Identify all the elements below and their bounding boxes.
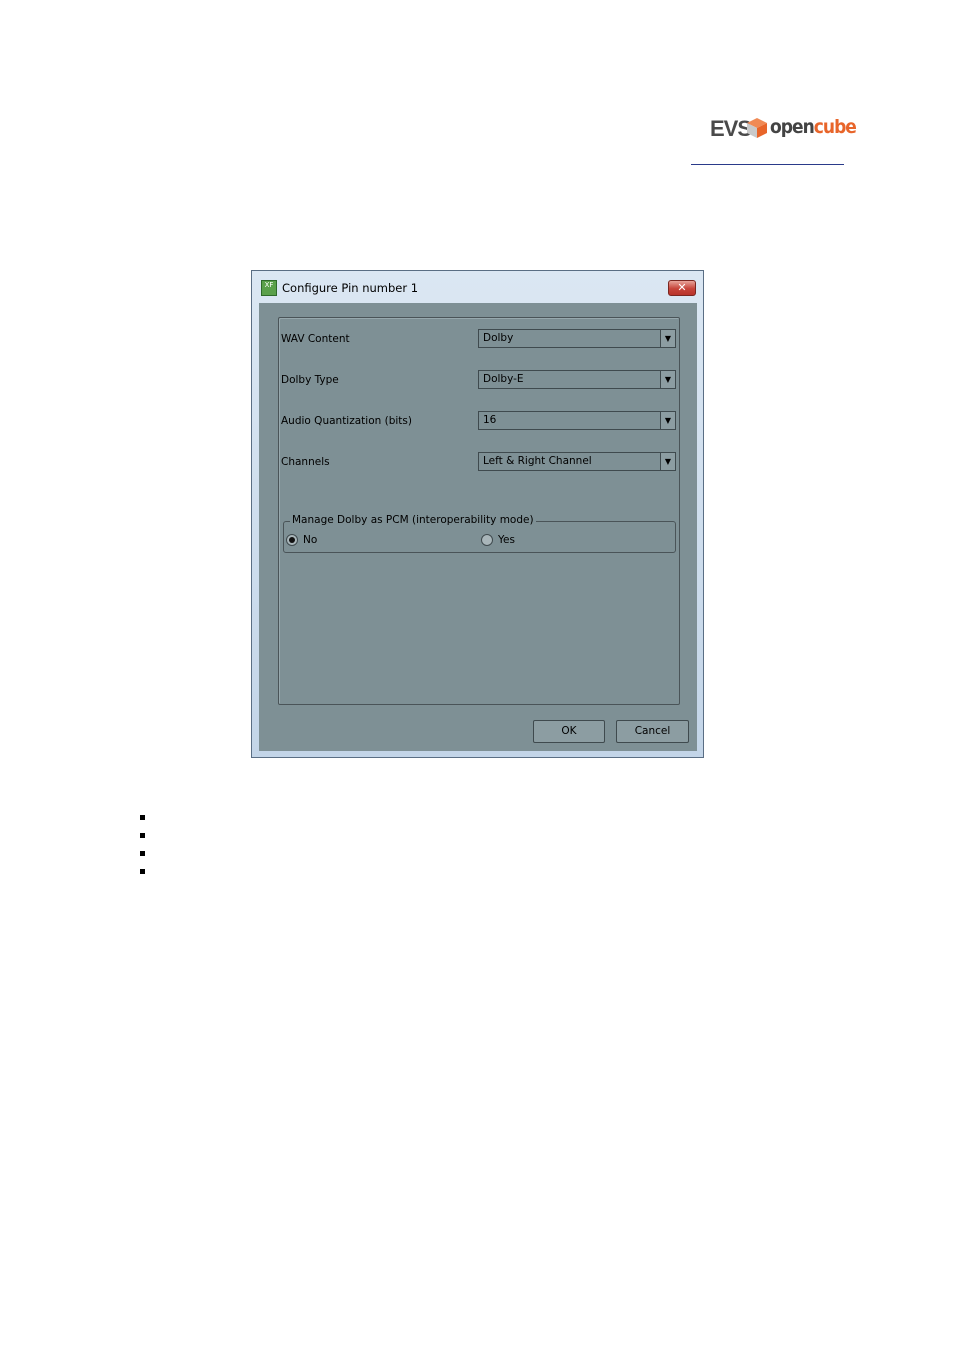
audio-quantization-label: Audio Quantization (bits) — [281, 415, 412, 427]
header-rule — [691, 164, 844, 165]
dolby-type-select[interactable]: Dolby-E ▼ — [478, 370, 676, 389]
chevron-down-icon[interactable]: ▼ — [660, 412, 675, 429]
bullet-marker — [140, 833, 145, 838]
logo-cube-text: cube — [813, 116, 857, 138]
logo-evs-text: EVS — [710, 116, 752, 141]
configure-pin-dialog: XF Configure Pin number 1 ✕ WAV Content … — [251, 270, 704, 758]
channels-label: Channels — [281, 456, 330, 468]
app-icon: XF — [261, 280, 277, 296]
radio-no-label[interactable]: No — [303, 534, 317, 546]
audio-quantization-value: 16 — [483, 414, 497, 426]
evs-opencube-logo: EVS opencube — [706, 110, 857, 158]
chevron-down-icon[interactable]: ▼ — [660, 371, 675, 388]
dolby-type-label: Dolby Type — [281, 374, 339, 386]
radio-yes[interactable] — [481, 534, 493, 546]
chevron-down-icon[interactable]: ▼ — [660, 453, 675, 470]
cancel-button[interactable]: Cancel — [616, 720, 689, 743]
title-bar[interactable]: XF Configure Pin number 1 ✕ — [252, 271, 703, 303]
group-title: Manage Dolby as PCM (interoperability mo… — [290, 514, 536, 526]
wav-content-select[interactable]: Dolby ▼ — [478, 329, 676, 348]
radio-yes-label[interactable]: Yes — [498, 534, 515, 546]
wav-content-label: WAV Content — [281, 333, 350, 345]
bullet-marker — [140, 869, 145, 874]
channels-value: Left & Right Channel — [483, 455, 592, 467]
window-title: Configure Pin number 1 — [282, 281, 419, 295]
logo-opencube-text: opencube — [770, 116, 857, 138]
manage-dolby-pcm-group: Manage Dolby as PCM (interoperability mo… — [283, 514, 676, 553]
radio-no[interactable] — [286, 534, 298, 546]
wav-content-value: Dolby — [483, 332, 514, 344]
bullet-marker — [140, 815, 145, 820]
dolby-type-value: Dolby-E — [483, 373, 524, 385]
chevron-down-icon[interactable]: ▼ — [660, 330, 675, 347]
bullet-marker — [140, 851, 145, 856]
close-icon: ✕ — [677, 281, 687, 294]
audio-quantization-select[interactable]: 16 ▼ — [478, 411, 676, 430]
dialog-client-area: WAV Content Dolby ▼ Dolby Type Dolby-E ▼… — [259, 303, 697, 751]
channels-select[interactable]: Left & Right Channel ▼ — [478, 452, 676, 471]
logo-open-text: open — [770, 116, 815, 138]
cube-icon — [747, 118, 767, 138]
ok-button[interactable]: OK — [533, 720, 605, 743]
close-button[interactable]: ✕ — [668, 280, 696, 296]
